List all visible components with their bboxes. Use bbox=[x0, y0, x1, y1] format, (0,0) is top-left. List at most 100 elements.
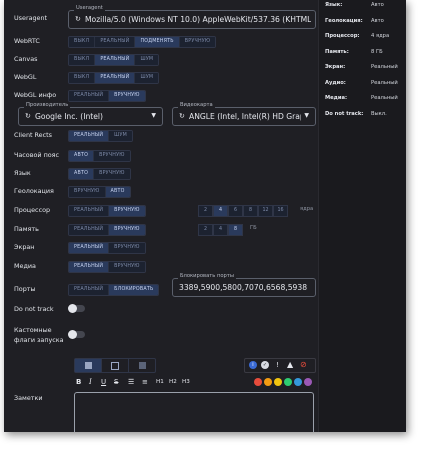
client-rects-option[interactable]: РЕАЛЬНЫЙ bbox=[69, 131, 110, 141]
language-mode-toggle[interactable]: АВТО ВРУЧНУЮ bbox=[68, 168, 131, 180]
webrtc-option[interactable]: РЕАЛЬНЫЙ bbox=[95, 37, 136, 47]
memory-value-chip[interactable]: 8 bbox=[228, 224, 243, 236]
media-option[interactable]: ВРУЧНУЮ bbox=[109, 262, 145, 272]
strikethrough-icon[interactable]: S bbox=[114, 378, 118, 386]
canvas-option[interactable]: ВЫКЛ bbox=[69, 55, 96, 65]
ports-option[interactable]: РЕАЛЬНЫЙ bbox=[69, 285, 110, 295]
cpu-value-chip[interactable]: 8 bbox=[243, 205, 258, 217]
notes-textarea[interactable] bbox=[74, 392, 314, 432]
color-swatch[interactable] bbox=[294, 378, 302, 386]
webgl-option[interactable]: ВЫКЛ bbox=[69, 73, 96, 83]
cpu-mode-toggle[interactable]: РЕАЛЬНЫЙ ВРУЧНУЮ bbox=[68, 205, 146, 217]
summary-key: Язык: bbox=[325, 2, 343, 8]
check-icon[interactable]: ✓ bbox=[261, 361, 269, 369]
outline-square-icon[interactable] bbox=[101, 359, 128, 372]
client-rects-option[interactable]: ШУМ bbox=[109, 131, 132, 141]
dark-square-icon[interactable] bbox=[128, 359, 155, 372]
filled-square-icon[interactable] bbox=[75, 359, 101, 372]
do-not-track-switch[interactable] bbox=[68, 304, 85, 313]
canvas-option[interactable]: РЕАЛЬНЫЙ bbox=[95, 55, 136, 65]
webrtc-option[interactable]: ПОДМЕНЯТЬ bbox=[135, 37, 180, 47]
vendor-select[interactable]: Производитель ↻ Google Inc. (Intel) ▼ bbox=[18, 102, 163, 126]
webgl-info-label: WebGL инфо bbox=[14, 91, 57, 99]
timezone-mode-toggle[interactable]: АВТО ВРУЧНУЮ bbox=[68, 150, 131, 162]
heading-1-button[interactable]: H1 bbox=[156, 379, 164, 385]
renderer-caption: Видеокарта bbox=[178, 102, 215, 108]
ports-label: Порты bbox=[14, 285, 36, 293]
summary-row: Процессор: 4 ядра bbox=[325, 33, 403, 45]
timezone-option[interactable]: ВРУЧНУЮ bbox=[94, 151, 130, 161]
exclamation-icon[interactable]: ! bbox=[276, 361, 279, 369]
webrtc-option[interactable]: ВРУЧНУЮ bbox=[179, 37, 216, 47]
blocked-ports-field[interactable]: Блокировать порты 3389,5900,5800,7070,65… bbox=[172, 273, 316, 297]
webgl-mode-toggle[interactable]: ВЫКЛ РЕАЛЬНЫЙ ШУМ bbox=[68, 72, 160, 84]
vendor-value: Google Inc. (Intel) bbox=[35, 112, 103, 121]
webrtc-option[interactable]: ВЫКЛ bbox=[69, 37, 96, 47]
memory-option[interactable]: ВРУЧНУЮ bbox=[109, 225, 145, 235]
geolocation-option[interactable]: АВТО bbox=[105, 187, 130, 197]
color-swatch[interactable] bbox=[274, 378, 282, 386]
cpu-value-chip[interactable]: 2 bbox=[198, 205, 213, 217]
summary-row: Аудио: Реальный bbox=[325, 80, 403, 92]
ports-mode-toggle[interactable]: РЕАЛЬНЫЙ БЛОКИРОВАТЬ bbox=[68, 284, 160, 296]
summary-value: Выкл. bbox=[371, 110, 387, 117]
underline-icon[interactable]: U bbox=[101, 378, 106, 386]
useragent-field[interactable]: Useragent Mozilla/5.0 (Windows NT 10.0) … bbox=[68, 5, 316, 29]
memory-value-chip[interactable]: 4 bbox=[213, 224, 228, 236]
note-style-picker[interactable] bbox=[74, 358, 156, 373]
webgl-info-option[interactable]: ВРУЧНУЮ bbox=[109, 91, 145, 101]
screen-mode-toggle[interactable]: РЕАЛЬНЫЙ ВРУЧНУЮ bbox=[68, 242, 146, 254]
forbidden-icon[interactable]: ⊘ bbox=[300, 360, 307, 369]
bullet-list-icon[interactable]: ☰ bbox=[128, 378, 134, 386]
geolocation-option[interactable]: ВРУЧНУЮ bbox=[69, 187, 106, 197]
cpu-value-chip[interactable]: 4 bbox=[213, 205, 228, 217]
summary-value: Авто bbox=[371, 2, 384, 8]
memory-label: Память bbox=[14, 225, 39, 233]
screen-option[interactable]: РЕАЛЬНЫЙ bbox=[69, 243, 110, 253]
info-icon[interactable]: i bbox=[249, 361, 257, 369]
language-option[interactable]: ВРУЧНУЮ bbox=[94, 169, 130, 179]
cpu-value-chip[interactable]: 6 bbox=[228, 205, 243, 217]
numbered-list-icon[interactable]: ≡ bbox=[142, 378, 148, 386]
webgl-option[interactable]: ШУМ bbox=[135, 73, 159, 83]
webgl-info-option[interactable]: РЕАЛЬНЫЙ bbox=[69, 91, 110, 101]
memory-value-chip[interactable]: 2 bbox=[198, 224, 213, 236]
note-type-picker[interactable]: i ✓ ! ▲ ⊘ bbox=[244, 358, 316, 373]
heading-2-button[interactable]: H2 bbox=[169, 379, 177, 385]
warning-icon[interactable]: ▲ bbox=[287, 360, 293, 369]
refresh-icon[interactable]: ↻ bbox=[75, 15, 81, 23]
webgl-info-mode-toggle[interactable]: РЕАЛЬНЫЙ ВРУЧНУЮ bbox=[68, 90, 146, 102]
ports-option[interactable]: БЛОКИРОВАТЬ bbox=[109, 285, 159, 295]
webgl-option[interactable]: РЕАЛЬНЫЙ bbox=[95, 73, 136, 83]
media-option[interactable]: РЕАЛЬНЫЙ bbox=[69, 262, 110, 272]
cpu-option[interactable]: ВРУЧНУЮ bbox=[109, 206, 145, 216]
summary-key: Аудио: bbox=[325, 79, 346, 86]
memory-mode-toggle[interactable]: РЕАЛЬНЫЙ ВРУЧНУЮ bbox=[68, 224, 146, 236]
refresh-icon[interactable]: ↻ bbox=[179, 112, 185, 120]
color-swatch[interactable] bbox=[264, 378, 272, 386]
canvas-mode-toggle[interactable]: ВЫКЛ РЕАЛЬНЫЙ ШУМ bbox=[68, 54, 160, 66]
renderer-select[interactable]: Видеокарта ↻ ANGLE (Intel, Intel(R) HD G… bbox=[172, 102, 316, 126]
client-rects-mode-toggle[interactable]: РЕАЛЬНЫЙ ШУМ bbox=[68, 130, 133, 142]
media-mode-toggle[interactable]: РЕАЛЬНЫЙ ВРУЧНУЮ bbox=[68, 261, 146, 273]
cpu-value-chip[interactable]: 16 bbox=[273, 205, 288, 217]
language-option[interactable]: АВТО bbox=[69, 169, 95, 179]
webrtc-mode-toggle[interactable]: ВЫКЛ РЕАЛЬНЫЙ ПОДМЕНЯТЬ ВРУЧНУЮ bbox=[68, 36, 217, 48]
bold-icon[interactable]: B bbox=[76, 378, 81, 386]
summary-row: Геолокация: Авто bbox=[325, 18, 403, 30]
cpu-value-chip[interactable]: 12 bbox=[258, 205, 273, 217]
color-swatch[interactable] bbox=[284, 378, 292, 386]
heading-3-button[interactable]: H3 bbox=[182, 379, 190, 385]
italic-icon[interactable]: I bbox=[89, 378, 92, 386]
color-swatch[interactable] bbox=[304, 378, 312, 386]
canvas-option[interactable]: ШУМ bbox=[135, 55, 159, 65]
geolocation-mode-toggle[interactable]: ВРУЧНУЮ АВТО bbox=[68, 186, 131, 198]
timezone-option[interactable]: АВТО bbox=[69, 151, 95, 161]
screen-option[interactable]: ВРУЧНУЮ bbox=[109, 243, 145, 253]
launch-flags-switch[interactable] bbox=[68, 330, 85, 339]
color-swatch[interactable] bbox=[254, 378, 262, 386]
cpu-option[interactable]: РЕАЛЬНЫЙ bbox=[69, 206, 110, 216]
vendor-caption: Производитель bbox=[24, 102, 71, 108]
memory-option[interactable]: РЕАЛЬНЫЙ bbox=[69, 225, 110, 235]
refresh-icon[interactable]: ↻ bbox=[25, 112, 31, 120]
